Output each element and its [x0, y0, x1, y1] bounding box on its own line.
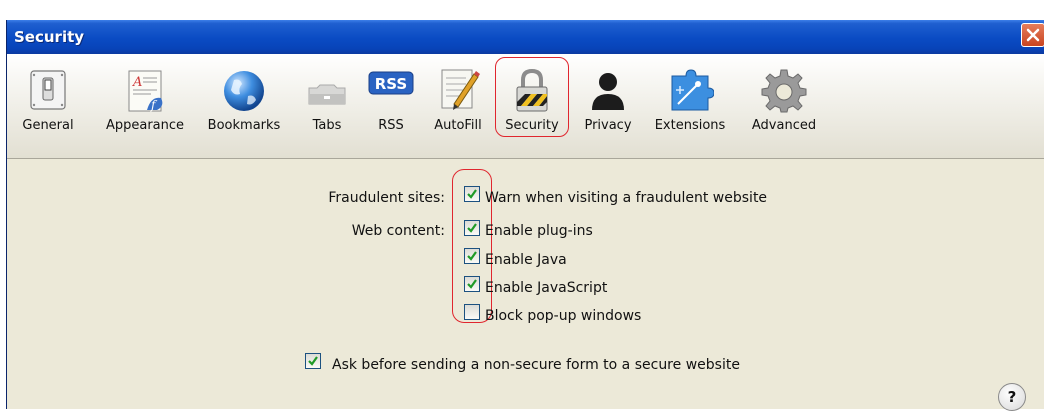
fraudulent-sites-label: Fraudulent sites:: [328, 190, 445, 206]
help-button[interactable]: ?: [998, 383, 1026, 411]
tab-security[interactable]: Security: [497, 54, 567, 158]
tab-extensions[interactable]: Extensions: [647, 54, 733, 158]
block-popups-checkbox[interactable]: [464, 304, 480, 320]
window-title: Security: [14, 28, 85, 46]
block-popups-label[interactable]: Block pop-up windows: [485, 308, 641, 324]
close-button[interactable]: [1021, 23, 1044, 47]
checkmark-icon: [467, 279, 477, 289]
appearance-icon: A f: [128, 70, 163, 112]
warn-fraudulent-checkbox[interactable]: [464, 186, 480, 202]
tab-bookmarks[interactable]: Bookmarks: [199, 54, 289, 158]
title-bar[interactable]: Security: [7, 20, 1044, 54]
tab-label: Privacy: [584, 118, 632, 133]
tab-label: Bookmarks: [207, 118, 281, 133]
tab-rss[interactable]: RSS RSS: [365, 54, 417, 158]
globe-icon: [224, 71, 264, 111]
tab-label: Security: [505, 118, 559, 133]
autofill-pencil-icon: [441, 69, 480, 110]
enable-java-label[interactable]: Enable Java: [485, 252, 567, 268]
warn-fraudulent-label[interactable]: Warn when visiting a fraudulent website: [485, 190, 767, 206]
gear-icon: [761, 69, 807, 113]
enable-javascript-label[interactable]: Enable JavaScript: [485, 280, 607, 296]
svg-text:RSS: RSS: [375, 75, 407, 93]
extensions-puzzle-icon: [671, 69, 714, 111]
preferences-toolbar: General A f Appearance Bookmarks Tabs RS…: [7, 54, 1044, 159]
tab-label: AutoFill: [434, 118, 482, 133]
tab-privacy[interactable]: Privacy: [575, 54, 641, 158]
tab-appearance[interactable]: A f Appearance: [95, 54, 195, 158]
padlock-icon: [516, 68, 548, 112]
enable-java-checkbox[interactable]: [464, 248, 480, 264]
svg-text:A: A: [132, 75, 142, 90]
checkmark-icon: [308, 356, 318, 366]
close-icon: [1026, 28, 1040, 42]
enable-plugins-checkbox[interactable]: [464, 220, 480, 236]
ask-non-secure-form-checkbox[interactable]: [305, 353, 321, 369]
general-switch-icon: [30, 70, 66, 110]
checkmark-icon: [467, 223, 477, 233]
person-silhouette-icon: [592, 73, 624, 110]
enable-plugins-label[interactable]: Enable plug-ins: [485, 223, 593, 239]
tab-advanced[interactable]: Advanced: [739, 54, 829, 158]
rss-icon: RSS: [368, 71, 414, 95]
tab-label: Extensions: [654, 118, 726, 133]
web-content-label: Web content:: [351, 223, 445, 239]
tab-label: Appearance: [105, 118, 185, 133]
tab-tabs[interactable]: Tabs: [299, 54, 355, 158]
tab-label: Tabs: [312, 118, 342, 133]
tab-autofill[interactable]: AutoFill: [425, 54, 491, 158]
preferences-window: Security General A f Appearance Bookmark…: [6, 20, 1044, 411]
checkmark-icon: [467, 251, 477, 261]
ask-non-secure-form-label[interactable]: Ask before sending a non-secure form to …: [332, 357, 740, 373]
tabs-icon: [308, 84, 346, 105]
security-pane: Fraudulent sites: Warn when visiting a f…: [7, 159, 1044, 411]
checkmark-icon: [467, 189, 477, 199]
tab-label: General: [22, 118, 74, 133]
tab-general[interactable]: General: [13, 54, 83, 158]
tab-label: RSS: [378, 118, 404, 133]
enable-javascript-checkbox[interactable]: [464, 276, 480, 292]
tab-label: Advanced: [751, 118, 817, 133]
